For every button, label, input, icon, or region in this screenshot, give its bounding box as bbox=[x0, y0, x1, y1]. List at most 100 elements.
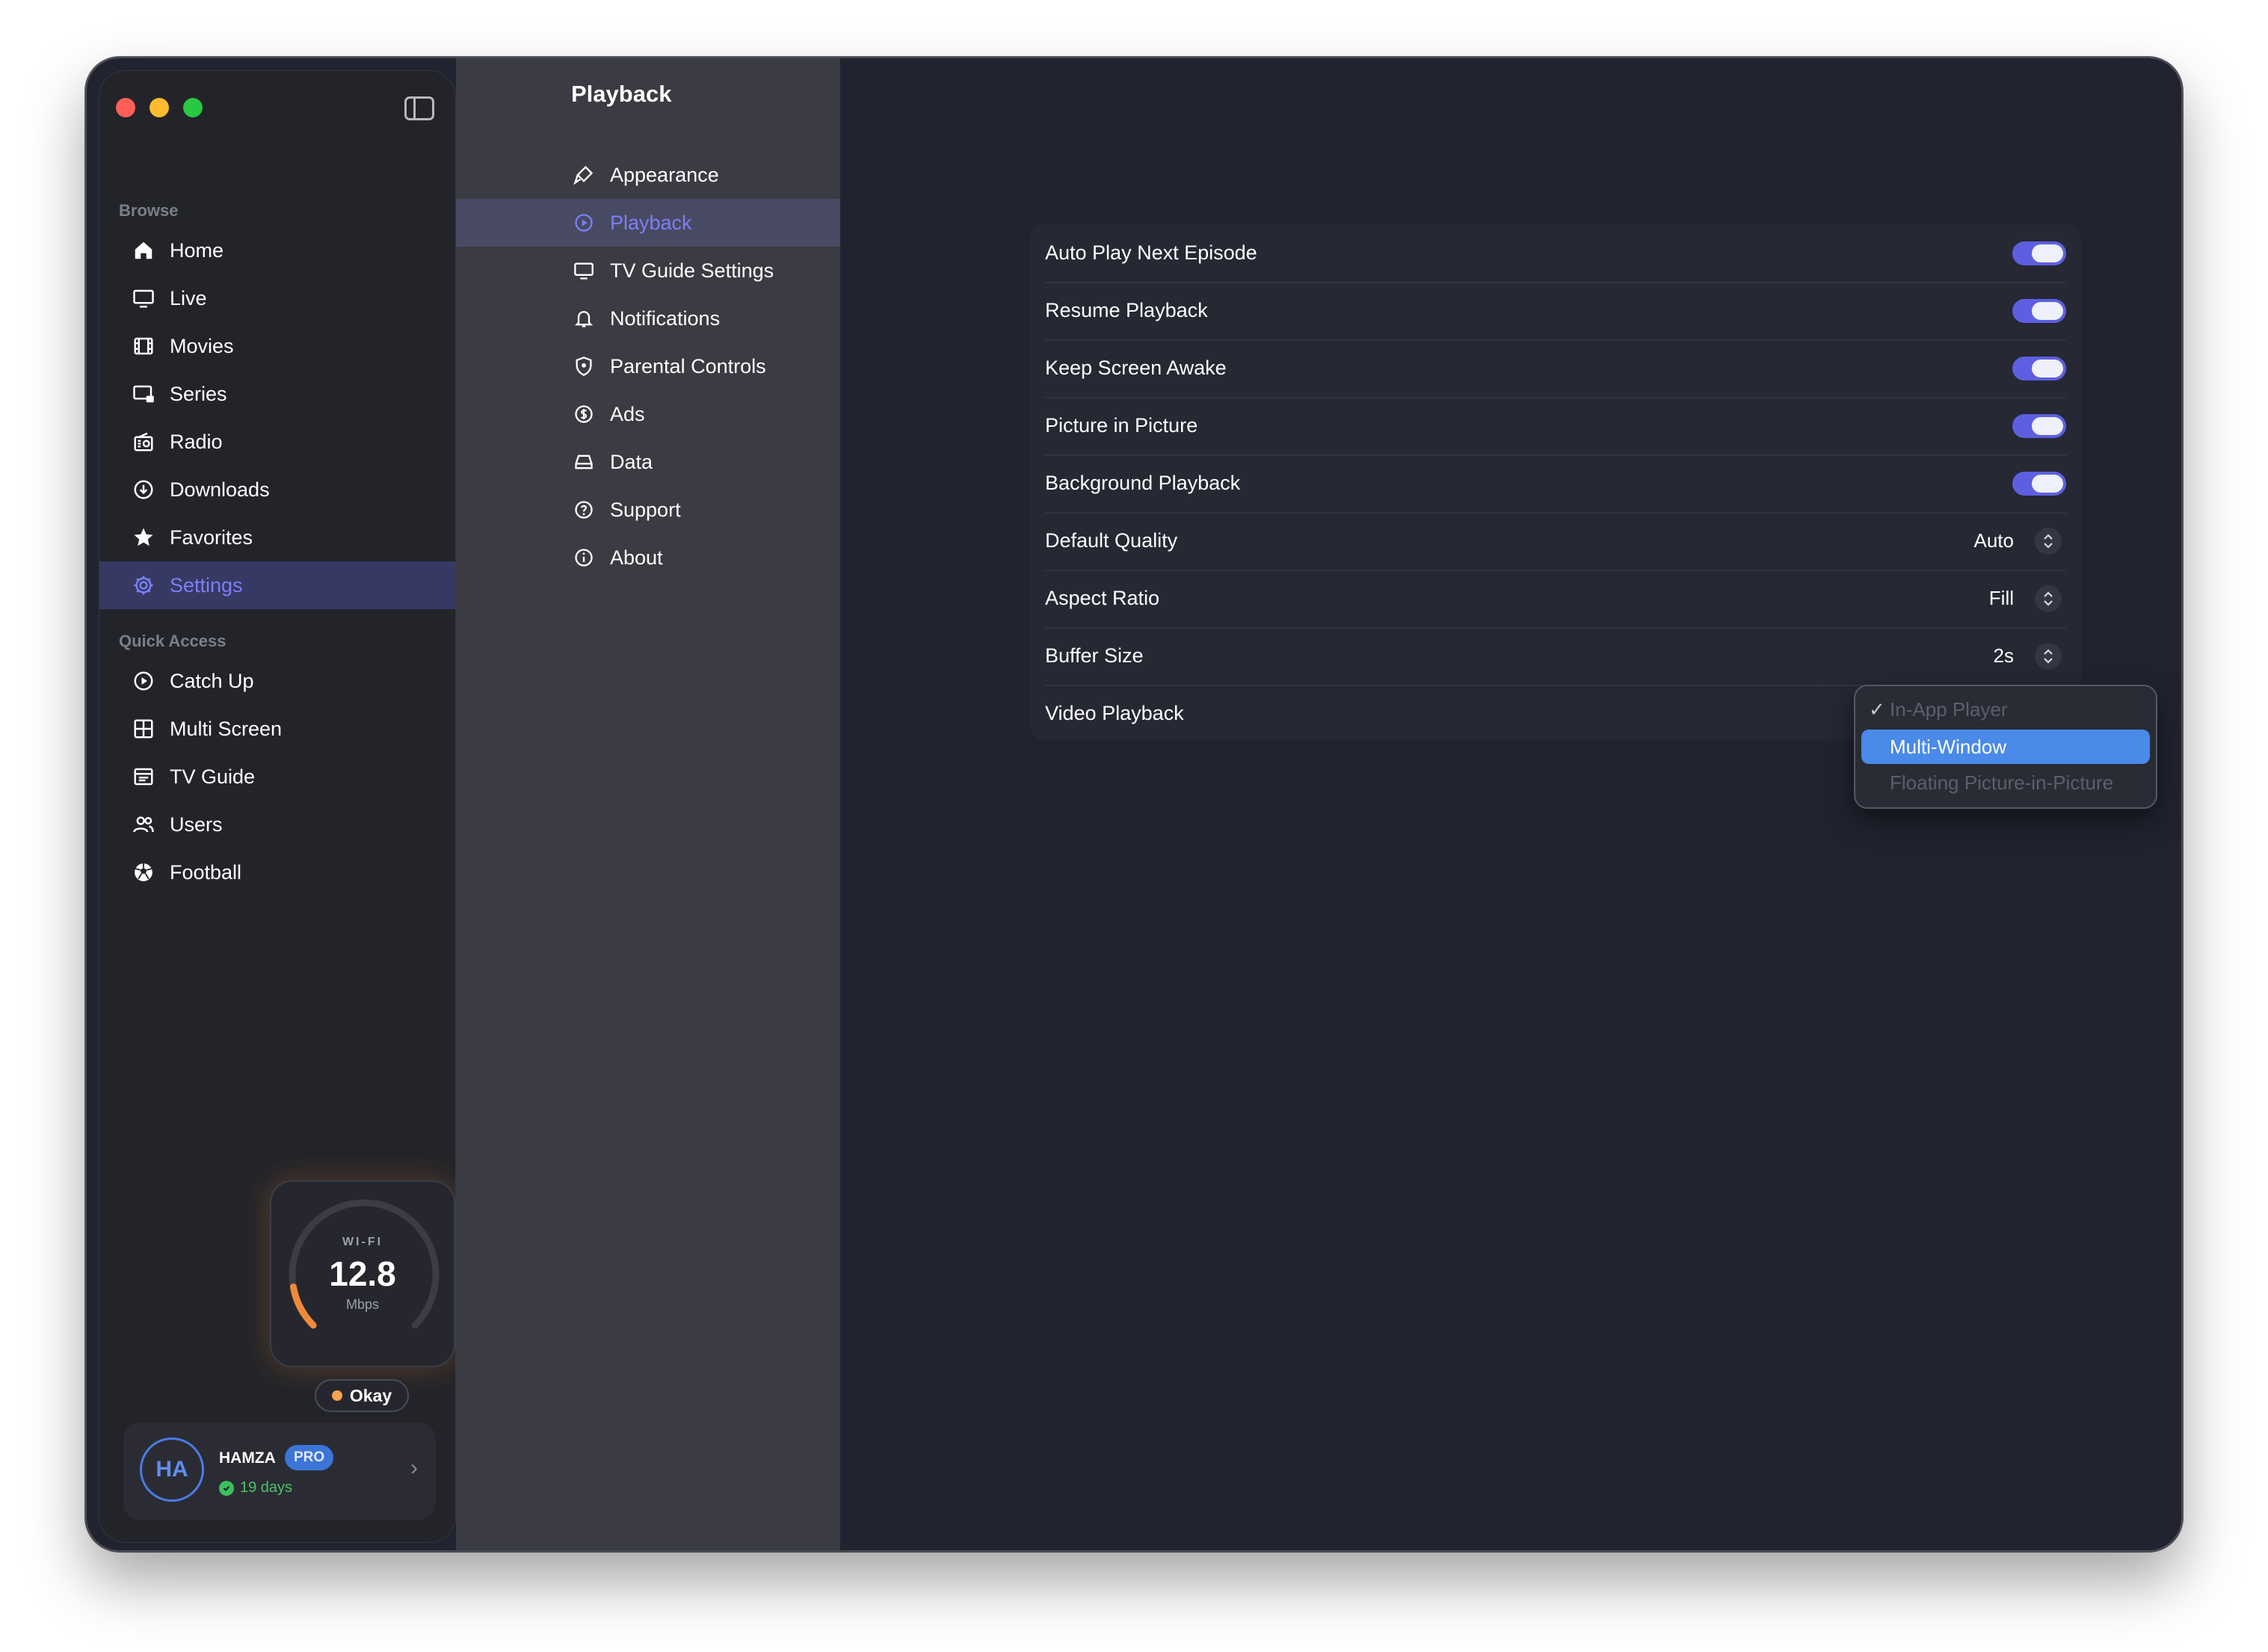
sidebar-item-catch-up[interactable]: Catch Up bbox=[99, 657, 457, 705]
status-dot-icon bbox=[331, 1390, 342, 1401]
setting-label: Default Quality bbox=[1045, 529, 1178, 552]
dropdown-option-label: Multi-Window bbox=[1890, 735, 2007, 758]
minimize-window-button[interactable] bbox=[150, 98, 169, 117]
section-label-browse: Browse bbox=[119, 201, 179, 220]
sidebar-item-label: Catch Up bbox=[170, 669, 254, 692]
settings-item-playback[interactable]: Playback bbox=[456, 199, 840, 247]
dropdown-option-floating-pip[interactable]: Floating Picture-in-Picture bbox=[1861, 765, 2150, 800]
calendar-icon bbox=[131, 764, 156, 789]
play-circle-icon bbox=[573, 212, 595, 234]
wifi-speed-widget: WI-FI 12.8 Mbps bbox=[270, 1180, 455, 1367]
close-window-button[interactable] bbox=[116, 98, 135, 117]
sidebar-item-multi-screen[interactable]: Multi Screen bbox=[99, 705, 457, 753]
setting-label: Picture in Picture bbox=[1045, 414, 1198, 437]
pro-badge: PRO bbox=[285, 1445, 334, 1470]
sidebar-item-radio[interactable]: Radio bbox=[99, 418, 457, 466]
settings-item-label: Appearance bbox=[610, 163, 719, 186]
default-quality-value[interactable]: Auto bbox=[1974, 529, 2015, 552]
speed-label: WI-FI bbox=[342, 1236, 383, 1248]
sidebar-item-live[interactable]: Live bbox=[99, 274, 457, 322]
sidebar-item-tv-guide[interactable]: TV Guide bbox=[99, 753, 457, 801]
settings-item-ads[interactable]: Ads bbox=[456, 390, 840, 438]
section-label-quick-access: Quick Access bbox=[119, 632, 227, 650]
tv-icon bbox=[131, 286, 156, 311]
setting-row-keep-screen-awake: Keep Screen Awake bbox=[1030, 339, 2081, 397]
football-icon bbox=[131, 860, 156, 885]
setting-label: Keep Screen Awake bbox=[1045, 357, 1227, 379]
play-circle-icon bbox=[131, 668, 156, 694]
gear-icon bbox=[131, 573, 156, 598]
sidebar-item-users[interactable]: Users bbox=[99, 801, 457, 848]
setting-label: Background Playback bbox=[1045, 472, 1241, 494]
settings-item-data[interactable]: Data bbox=[456, 438, 840, 486]
connection-status-text: Okay bbox=[349, 1385, 392, 1405]
updown-chevron-icon[interactable] bbox=[2035, 642, 2062, 670]
sidebar-item-favorites[interactable]: Favorites bbox=[99, 514, 457, 561]
settings-item-support[interactable]: Support bbox=[456, 486, 840, 534]
resume-playback-toggle[interactable] bbox=[2012, 298, 2066, 323]
setting-row-background-playback: Background Playback bbox=[1030, 454, 2081, 512]
shield-icon bbox=[573, 355, 595, 377]
setting-row-default-quality: Default Quality Auto bbox=[1030, 512, 2081, 570]
dropdown-option-in-app-player[interactable]: ✓ In-App Player bbox=[1861, 692, 2150, 727]
settings-item-label: Parental Controls bbox=[610, 354, 766, 377]
settings-item-label: Ads bbox=[610, 402, 645, 425]
playback-settings-panel: Auto Play Next Episode Resume Playback K… bbox=[1030, 224, 2081, 740]
settings-item-tv-guide-settings[interactable]: TV Guide Settings bbox=[456, 247, 840, 295]
sidebar-toggle-icon[interactable] bbox=[404, 96, 434, 120]
updown-chevron-icon[interactable] bbox=[2035, 527, 2062, 555]
setting-label: Aspect Ratio bbox=[1045, 587, 1160, 609]
sidebar-item-label: Favorites bbox=[170, 526, 253, 549]
help-icon bbox=[573, 499, 595, 521]
settings-item-appearance[interactable]: Appearance bbox=[456, 151, 840, 199]
aspect-ratio-value[interactable]: Fill bbox=[1989, 587, 2014, 610]
buffer-size-value[interactable]: 2s bbox=[1994, 644, 2014, 668]
sidebar-item-label: Users bbox=[170, 813, 223, 836]
picture-in-picture-toggle[interactable] bbox=[2012, 413, 2066, 438]
info-icon bbox=[573, 546, 595, 569]
connection-status-badge: Okay bbox=[315, 1379, 409, 1412]
days-text: 19 days bbox=[240, 1479, 293, 1496]
users-icon bbox=[131, 812, 156, 837]
setting-row-resume-playback: Resume Playback bbox=[1030, 282, 2081, 339]
auto-play-toggle[interactable] bbox=[2012, 241, 2066, 265]
video-playback-dropdown: ✓ In-App Player Multi-Window Floating Pi… bbox=[1854, 685, 2157, 809]
updown-chevron-icon[interactable] bbox=[2035, 585, 2062, 612]
background-playback-toggle[interactable] bbox=[2012, 471, 2066, 496]
grid-icon bbox=[131, 716, 156, 742]
film-icon bbox=[131, 333, 156, 359]
zoom-window-button[interactable] bbox=[183, 98, 203, 117]
settings-item-label: Notifications bbox=[610, 306, 721, 330]
settings-item-label: Support bbox=[610, 498, 681, 521]
sidebar-item-label: Football bbox=[170, 860, 242, 884]
sidebar-item-series[interactable]: Series bbox=[99, 370, 457, 418]
settings-item-notifications[interactable]: Notifications bbox=[456, 295, 840, 342]
sidebar-item-home[interactable]: Home bbox=[99, 226, 457, 274]
user-profile-card[interactable]: HA HAMZA PRO 19 days › bbox=[123, 1423, 436, 1520]
setting-label: Video Playback bbox=[1045, 702, 1184, 724]
settings-nav: Playback Appearance Playback TV Guide Se… bbox=[456, 58, 840, 1550]
settings-item-about[interactable]: About bbox=[456, 534, 840, 582]
sidebar-item-label: Series bbox=[170, 382, 227, 405]
user-name: HAMZA bbox=[219, 1449, 276, 1467]
sidebar-item-settings[interactable]: Settings bbox=[99, 561, 457, 609]
setting-row-aspect-ratio: Aspect Ratio Fill bbox=[1030, 570, 2081, 627]
sidebar: Browse Home Live Movies Series Radio Dow… bbox=[99, 70, 457, 1543]
setting-row-buffer-size: Buffer Size 2s bbox=[1030, 627, 2081, 685]
dollar-icon bbox=[573, 403, 595, 425]
sidebar-item-downloads[interactable]: Downloads bbox=[99, 466, 457, 514]
sidebar-item-movies[interactable]: Movies bbox=[99, 322, 457, 370]
settings-item-label: Playback bbox=[610, 211, 692, 234]
checkmark-icon: ✓ bbox=[1869, 697, 1885, 721]
sidebar-item-label: Movies bbox=[170, 334, 234, 357]
home-icon bbox=[131, 238, 156, 263]
speed-unit: Mbps bbox=[345, 1297, 379, 1312]
chevron-right-icon: › bbox=[410, 1455, 418, 1480]
check-circle-icon bbox=[219, 1480, 234, 1496]
subscription-days: 19 days bbox=[219, 1479, 292, 1497]
dropdown-option-multi-window[interactable]: Multi-Window bbox=[1861, 730, 2150, 764]
sidebar-item-football[interactable]: Football bbox=[99, 848, 457, 896]
window-controls bbox=[116, 98, 203, 117]
keep-screen-awake-toggle[interactable] bbox=[2012, 356, 2066, 380]
settings-item-parental-controls[interactable]: Parental Controls bbox=[456, 342, 840, 390]
